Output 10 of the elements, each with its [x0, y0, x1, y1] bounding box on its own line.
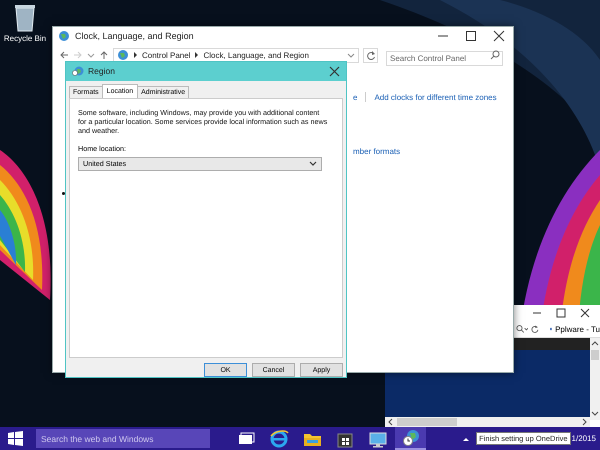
clock-date[interactable]: 1/2015 [572, 434, 600, 443]
window-title: Clock, Language, and Region [75, 31, 194, 41]
desktop-icon-label[interactable]: Recycle Bin [4, 34, 46, 43]
breadcrumb-item[interactable]: Control Panel [142, 50, 190, 60]
tab-title: Pplware - Tu [555, 324, 600, 334]
browser-tab[interactable]: Pplware - Tu [550, 324, 600, 334]
breadcrumb-item[interactable]: Clock, Language, and Region [203, 50, 309, 60]
dialog-title: Region [88, 66, 115, 76]
link[interactable]: e [353, 92, 358, 102]
search-field[interactable]: Search the web and Windows [36, 429, 210, 448]
